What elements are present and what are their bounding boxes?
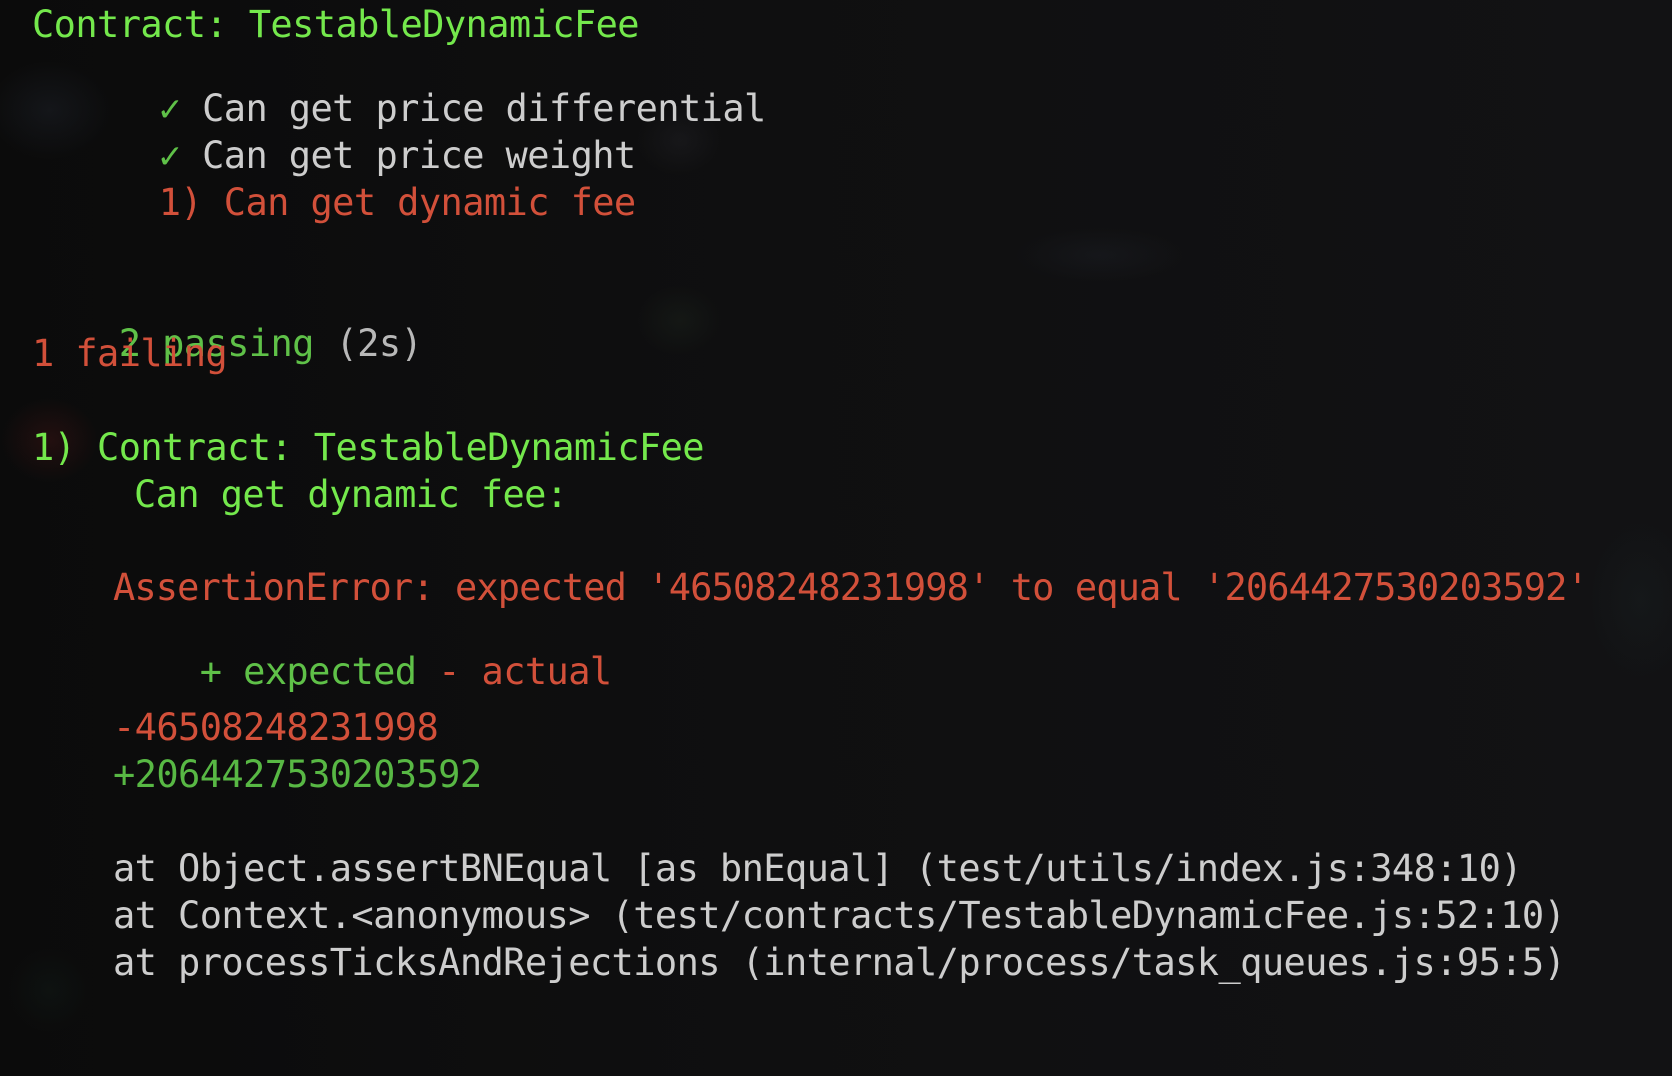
failure-title: 1) Contract: TestableDynamicFee [32, 426, 705, 469]
test-result-row-failed: 1) Can get dynamic fee [72, 147, 636, 258]
stack-frame: at processTicksAndRejections (internal/p… [113, 941, 1566, 984]
diff-legend-expected: + expected [199, 650, 417, 693]
stack-frame: at Context.<anonymous> (test/contracts/T… [113, 894, 1566, 937]
failure-test-name: Can get dynamic fee: [134, 473, 568, 516]
test-label: Can get dynamic fee [223, 181, 636, 224]
stack-frame: at Object.assertBNEqual [as bnEqual] (te… [113, 847, 1523, 890]
terminal-output: Contract: TestableDynamicFee ✓ Can get p… [0, 0, 1672, 1076]
failure-index: 1) [158, 181, 203, 224]
diff-legend-actual: - actual [438, 650, 612, 693]
failing-summary: 1 failing [32, 332, 228, 375]
passing-time: (2s) [335, 322, 423, 365]
diff-expected-value: +2064427530203592 [113, 753, 482, 796]
contract-header: Contract: TestableDynamicFee [32, 3, 640, 46]
diff-actual-value: -46508248231998 [113, 706, 439, 749]
assertion-error: AssertionError: expected '46508248231998… [113, 566, 1589, 609]
